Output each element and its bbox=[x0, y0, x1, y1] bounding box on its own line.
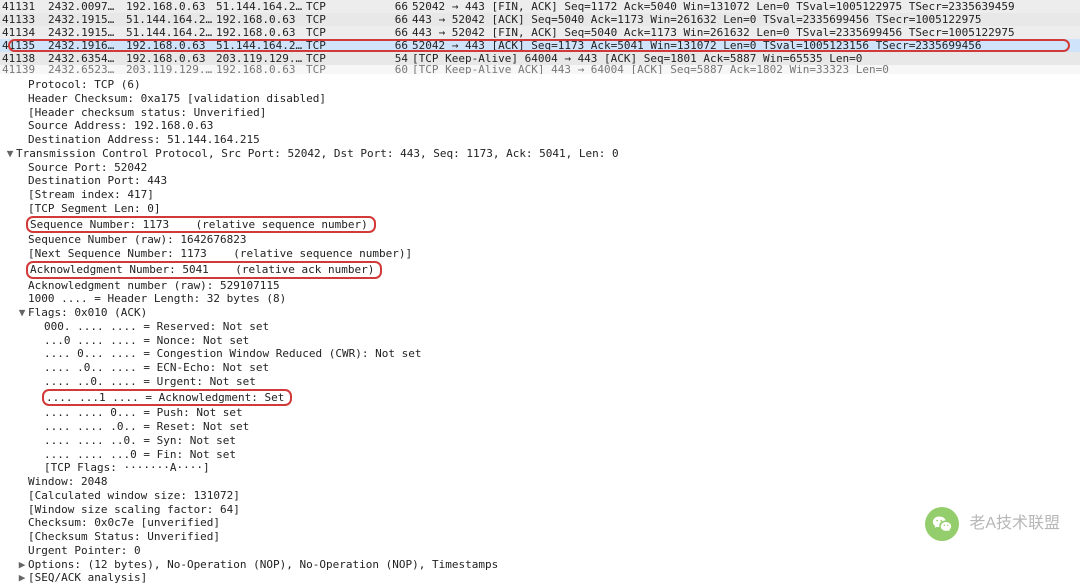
tcp-calc-win[interactable]: [Calculated window size: 131072] bbox=[4, 489, 1080, 503]
packet-row[interactable]: 41133 2432.1915… 51.144.164.2… 192.168.0… bbox=[0, 13, 1080, 26]
tcp-srcport[interactable]: Source Port: 52042 bbox=[4, 161, 1080, 175]
highlight-box: .... ...1 .... = Acknowledgment: Set bbox=[42, 389, 292, 407]
wechat-icon bbox=[925, 507, 959, 541]
packet-details[interactable]: Protocol: TCP (6) Header Checksum: 0xa17… bbox=[0, 78, 1080, 585]
ip-src-addr[interactable]: Source Address: 192.168.0.63 bbox=[4, 119, 1080, 133]
ip-hdr-checksum[interactable]: Header Checksum: 0xa175 [validation disa… bbox=[4, 92, 1080, 106]
tcp-ack-raw[interactable]: Acknowledgment number (raw): 529107115 bbox=[4, 279, 1080, 293]
flag-ecn[interactable]: .... .0.. .... = ECN-Echo: Not set bbox=[4, 361, 1080, 375]
expand-icon[interactable]: ▼ bbox=[4, 147, 16, 161]
tcp-seq-raw[interactable]: Sequence Number (raw): 1642676823 bbox=[4, 233, 1080, 247]
tcp-window[interactable]: Window: 2048 bbox=[4, 475, 1080, 489]
collapse-icon[interactable]: ▶ bbox=[16, 571, 28, 585]
packet-row[interactable]: 41131 2432.0097… 192.168.0.63 51.144.164… bbox=[0, 0, 1080, 13]
flag-reserved[interactable]: 000. .... .... = Reserved: Not set bbox=[4, 320, 1080, 334]
tcp-seqack[interactable]: ▶[SEQ/ACK analysis] bbox=[4, 571, 1080, 585]
tcp-flags[interactable]: ▼Flags: 0x010 (ACK) bbox=[4, 306, 1080, 320]
packet-list[interactable]: 41131 2432.0097… 192.168.0.63 51.144.164… bbox=[0, 0, 1080, 74]
flag-push[interactable]: .... .... 0... = Push: Not set bbox=[4, 406, 1080, 420]
expand-icon[interactable]: ▼ bbox=[16, 306, 28, 320]
col-src: 192.168.0.63 bbox=[126, 0, 216, 13]
packet-row[interactable]: 41138 2432.6354… 192.168.0.63 203.119.12… bbox=[0, 52, 1080, 65]
flag-string[interactable]: [TCP Flags: ·······A····] bbox=[4, 461, 1080, 475]
watermark-text: 老A技术联盟 bbox=[969, 514, 1060, 534]
packet-row[interactable]: 41139 2432.6523… 203.119.129.… 192.168.0… bbox=[0, 65, 1080, 74]
collapse-icon[interactable]: ▶ bbox=[16, 558, 28, 572]
tcp-dstport[interactable]: Destination Port: 443 bbox=[4, 174, 1080, 188]
flag-reset[interactable]: .... .... .0.. = Reset: Not set bbox=[4, 420, 1080, 434]
tcp-options[interactable]: ▶Options: (12 bytes), No-Operation (NOP)… bbox=[4, 558, 1080, 572]
ip-protocol[interactable]: Protocol: TCP (6) bbox=[4, 78, 1080, 92]
col-dst: 51.144.164.2… bbox=[216, 0, 306, 13]
col-proto: TCP bbox=[306, 0, 382, 13]
col-time: 2432.0097… bbox=[48, 0, 126, 13]
tcp-urgptr[interactable]: Urgent Pointer: 0 bbox=[4, 544, 1080, 558]
tcp-wscale[interactable]: [Window size scaling factor: 64] bbox=[4, 503, 1080, 517]
packet-row-selected[interactable]: 41135 2432.1916… 192.168.0.63 51.144.164… bbox=[0, 39, 1080, 52]
ip-dst-addr[interactable]: Destination Address: 51.144.164.215 bbox=[4, 133, 1080, 147]
tcp-ack[interactable]: Acknowledgment Number: 5041 (relative ac… bbox=[4, 261, 1080, 279]
tcp-seglen[interactable]: [TCP Segment Len: 0] bbox=[4, 202, 1080, 216]
highlight-box: Acknowledgment Number: 5041 (relative ac… bbox=[26, 261, 382, 279]
flag-fin[interactable]: .... .... ...0 = Fin: Not set bbox=[4, 448, 1080, 462]
tcp-chk-stat[interactable]: [Checksum Status: Unverified] bbox=[4, 530, 1080, 544]
flag-nonce[interactable]: ...0 .... .... = Nonce: Not set bbox=[4, 334, 1080, 348]
tcp-checksum[interactable]: Checksum: 0x0c7e [unverified] bbox=[4, 516, 1080, 530]
tcp-header[interactable]: ▼Transmission Control Protocol, Src Port… bbox=[4, 147, 1080, 161]
flag-syn[interactable]: .... .... ..0. = Syn: Not set bbox=[4, 434, 1080, 448]
col-len: 66 bbox=[382, 0, 408, 13]
ip-hdr-status[interactable]: [Header checksum status: Unverified] bbox=[4, 106, 1080, 120]
tcp-hdrlen[interactable]: 1000 .... = Header Length: 32 bytes (8) bbox=[4, 292, 1080, 306]
col-no: 41131 bbox=[2, 0, 48, 13]
col-info: 52042 → 443 [FIN, ACK] Seq=1172 Ack=5040… bbox=[408, 0, 1015, 13]
watermark: 老A技术联盟 bbox=[925, 507, 1060, 541]
packet-row[interactable]: 41134 2432.1915… 51.144.164.2… 192.168.0… bbox=[0, 26, 1080, 39]
flag-urgent[interactable]: .... ..0. .... = Urgent: Not set bbox=[4, 375, 1080, 389]
flag-cwr[interactable]: .... 0... .... = Congestion Window Reduc… bbox=[4, 347, 1080, 361]
highlight-box: Sequence Number: 1173 (relative sequence… bbox=[26, 216, 376, 234]
tcp-nextseq[interactable]: [Next Sequence Number: 1173 (relative se… bbox=[4, 247, 1080, 261]
flag-ack[interactable]: .... ...1 .... = Acknowledgment: Set bbox=[4, 389, 1080, 407]
tcp-stream[interactable]: [Stream index: 417] bbox=[4, 188, 1080, 202]
tcp-seq[interactable]: Sequence Number: 1173 (relative sequence… bbox=[4, 216, 1080, 234]
